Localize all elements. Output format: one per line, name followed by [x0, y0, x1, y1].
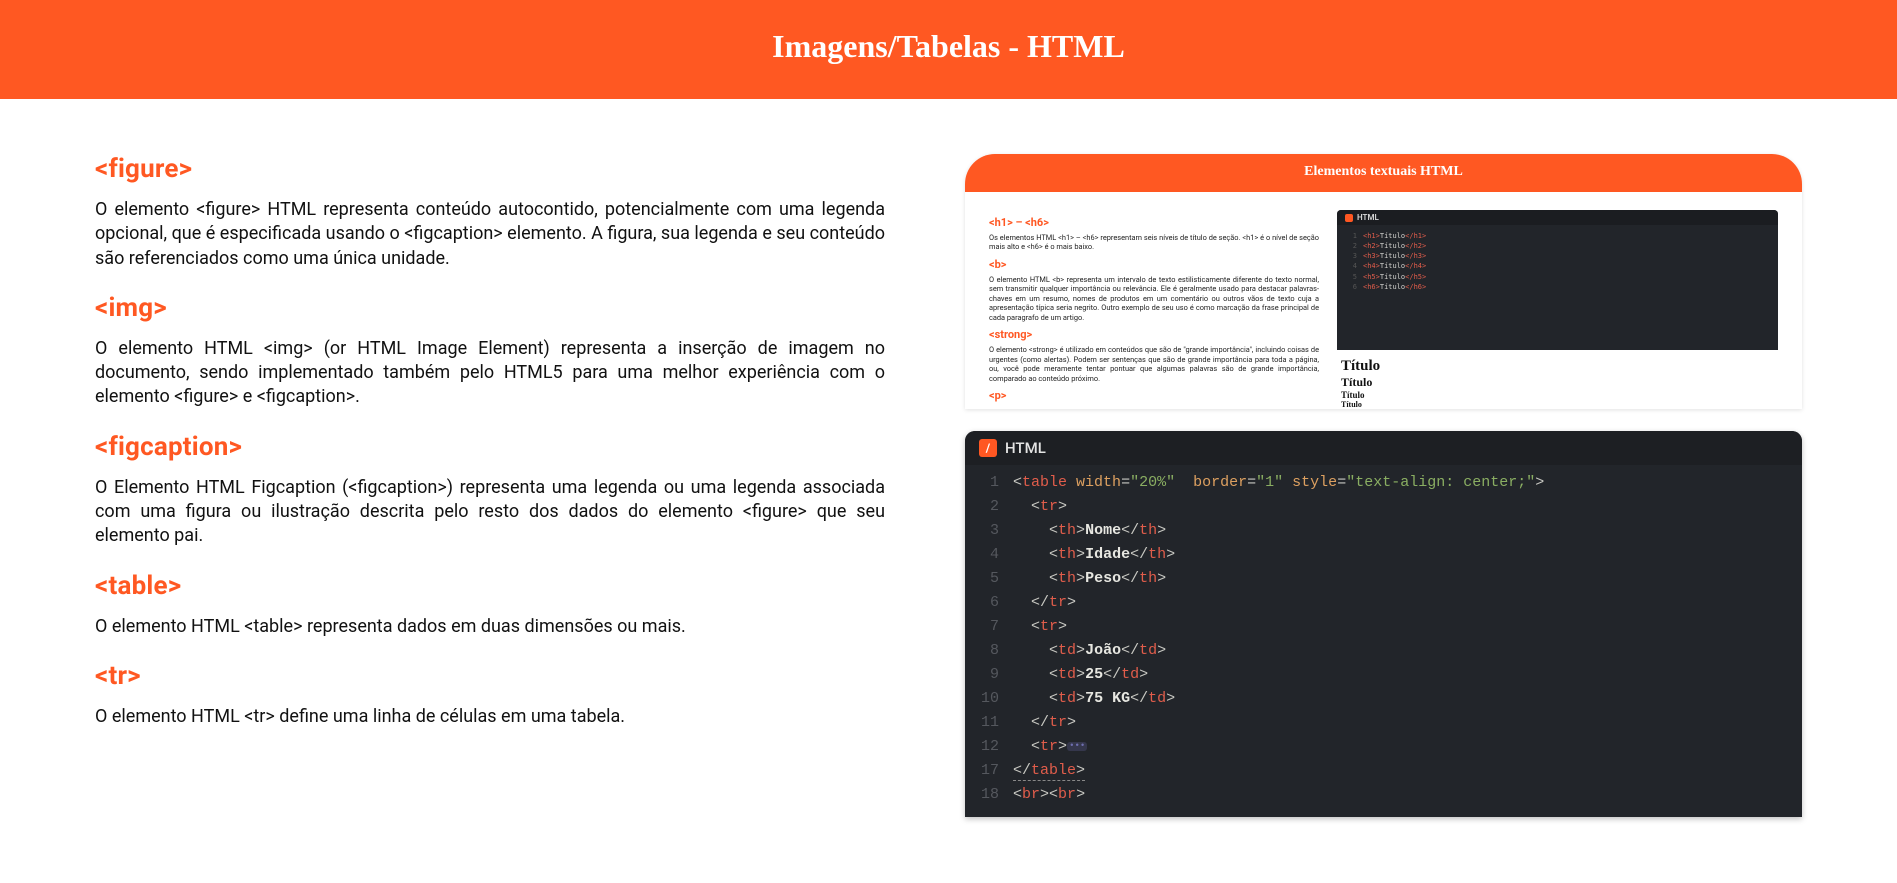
page-header: Imagens/Tabelas - HTML [0, 0, 1897, 99]
preview-strong-body: O elemento <strong> é utilizado em conte… [989, 345, 1319, 383]
html-icon [1345, 214, 1353, 222]
code-editor: HTML 1<table width="20%" border="1" styl… [965, 431, 1802, 817]
mini-editor-tab: HTML [1337, 210, 1778, 225]
editor-tab-label: HTML [1005, 439, 1046, 457]
preview-b-body: O elemento HTML <b> representa um interv… [989, 275, 1319, 322]
section-figure-body: O elemento <figure> HTML representa cont… [95, 198, 885, 271]
preview-card: Elementos textuais HTML <h1> – <h6> Os e… [965, 154, 1802, 409]
section-tr-title: <tr> [95, 661, 885, 691]
left-column: <figure> O elemento <figure> HTML repres… [95, 154, 885, 817]
preview-p-title: <p> [989, 389, 1319, 402]
code-line: 17</table> [965, 759, 1802, 783]
title-h4: Título [1341, 400, 1778, 409]
code-line: 18<br><br> [965, 783, 1802, 807]
section-figcaption-title: <figcaption> [95, 432, 885, 462]
code-line: 1<table width="20%" border="1" style="te… [965, 471, 1802, 495]
preview-body: <h1> – <h6> Os elementos HTML <h1> – <h6… [965, 192, 1802, 409]
html-icon [979, 439, 997, 457]
code-line: 12 <tr>••• [965, 735, 1802, 759]
code-line: 11 </tr> [965, 711, 1802, 735]
rendered-titles: Título Título Título Título [1337, 358, 1778, 409]
code-line: 2 <tr> [965, 495, 1802, 519]
code-line: 8 <td>João</td> [965, 639, 1802, 663]
section-table-body: O elemento HTML <table> representa dados… [95, 615, 885, 639]
section-figcaption-body: O Elemento HTML Figcaption (<figcaption>… [95, 476, 885, 549]
section-tr-body: O elemento HTML <tr> define uma linha de… [95, 705, 885, 729]
preview-h-body: Os elementos HTML <h1> – <h6> representa… [989, 233, 1319, 252]
preview-h-title: <h1> – <h6> [989, 216, 1319, 229]
code-line: 10 <td>75 KG</td> [965, 687, 1802, 711]
preview-b-title: <b> [989, 258, 1319, 271]
preview-render-column: HTML 1<h1>Título</h1>2<h2>Título</h2>3<h… [1337, 210, 1778, 409]
code-line: 5 <th>Peso</th> [965, 567, 1802, 591]
page-title: Imagens/Tabelas - HTML [0, 28, 1897, 65]
title-h1: Título [1341, 358, 1778, 375]
preview-strong-title: <strong> [989, 328, 1319, 341]
section-img-title: <img> [95, 293, 885, 323]
main-content: <figure> O elemento <figure> HTML repres… [0, 99, 1897, 817]
editor-code[interactable]: 1<table width="20%" border="1" style="te… [965, 465, 1802, 817]
right-column: Elementos textuais HTML <h1> – <h6> Os e… [965, 154, 1802, 817]
preview-header: Elementos textuais HTML [965, 154, 1802, 192]
title-h3: Título [1341, 390, 1778, 400]
editor-tab[interactable]: HTML [965, 431, 1802, 465]
section-figure-title: <figure> [95, 154, 885, 184]
code-line: 6 </tr> [965, 591, 1802, 615]
section-img-body: O elemento HTML <img> (or HTML Image Ele… [95, 337, 885, 410]
title-h2: Título [1341, 375, 1778, 390]
code-line: 4 <th>Idade</th> [965, 543, 1802, 567]
section-table-title: <table> [95, 571, 885, 601]
mini-editor-tab-label: HTML [1357, 213, 1379, 222]
code-line: 3 <th>Nome</th> [965, 519, 1802, 543]
code-line: 9 <td>25</td> [965, 663, 1802, 687]
code-line: 7 <tr> [965, 615, 1802, 639]
mini-editor-code: 1<h1>Título</h1>2<h2>Título</h2>3<h3>Tít… [1337, 225, 1778, 298]
preview-text-column: <h1> – <h6> Os elementos HTML <h1> – <h6… [989, 210, 1319, 409]
mini-editor: HTML 1<h1>Título</h1>2<h2>Título</h2>3<h… [1337, 210, 1778, 350]
